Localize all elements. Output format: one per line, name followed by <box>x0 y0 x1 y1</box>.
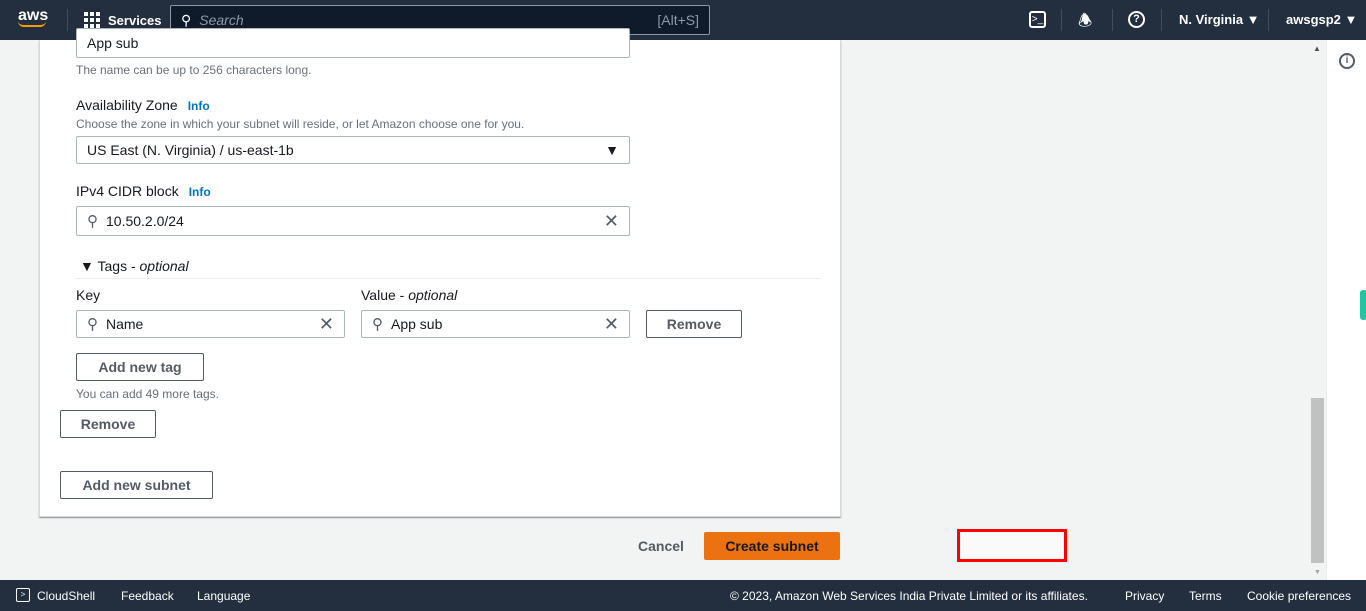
remove-subnet-button[interactable]: Remove <box>60 410 156 438</box>
help-icon[interactable]: ? <box>1128 11 1145 28</box>
language-link[interactable]: Language <box>197 589 250 603</box>
logo-text: aws <box>18 7 49 24</box>
grid-icon <box>84 12 100 28</box>
copyright: © 2023, Amazon Web Services India Privat… <box>730 589 1088 603</box>
az-value: US East (N. Virginia) / us-east-1b <box>87 142 294 158</box>
search-icon: ⚲ <box>87 316 98 333</box>
cancel-button[interactable]: Cancel <box>638 538 684 554</box>
scrollbar-thumb[interactable] <box>1311 398 1324 563</box>
cloudshell-icon[interactable]: > <box>16 588 30 602</box>
add-subnet-button[interactable]: Add new subnet <box>60 471 213 499</box>
cidr-label-text: IPv4 CIDR block <box>76 183 179 199</box>
subnet-name-value: App sub <box>87 35 139 51</box>
search-icon: ⚲ <box>181 11 192 28</box>
tags-toggle[interactable]: ▼ Tags - optional <box>80 258 189 274</box>
value-label: Value - optional <box>361 287 457 303</box>
tags-hint: You can add 49 more tags. <box>76 387 219 401</box>
divider <box>76 278 820 279</box>
search-icon: ⚲ <box>372 316 383 333</box>
az-select[interactable]: US East (N. Virginia) / us-east-1b ▼ <box>76 136 630 164</box>
region-selector[interactable]: N. Virginia ▼ <box>1179 12 1260 27</box>
terms-link[interactable]: Terms <box>1189 589 1222 603</box>
subnet-settings-panel: App sub The name can be up to 256 charac… <box>39 28 841 517</box>
cloudshell-icon[interactable]: >_ <box>1029 11 1046 28</box>
services-menu[interactable]: Services <box>84 12 162 28</box>
cidr-label: IPv4 CIDR block Info <box>76 183 211 199</box>
search-placeholder: Search <box>199 12 244 28</box>
feedback-tab[interactable] <box>1360 290 1366 320</box>
account-label: awsgsp2 <box>1286 12 1341 27</box>
search-icon: ⚲ <box>87 213 98 230</box>
aws-logo[interactable]: aws <box>18 7 48 27</box>
clear-icon[interactable]: ✕ <box>604 211 619 232</box>
bell-icon[interactable]: 🕭 <box>1078 10 1092 37</box>
tag-value-value: App sub <box>391 316 443 332</box>
help-panel: i <box>1326 40 1366 580</box>
remove-tag-button[interactable]: Remove <box>646 310 742 338</box>
cookie-preferences-link[interactable]: Cookie preferences <box>1247 589 1351 603</box>
cidr-info-link[interactable]: Info <box>189 185 211 199</box>
footer: > CloudShell Feedback Language © 2023, A… <box>0 580 1366 611</box>
az-label: Availability Zone Info <box>76 97 210 113</box>
account-menu[interactable]: awsgsp2 ▼ <box>1286 12 1357 27</box>
cloudshell-link[interactable]: CloudShell <box>37 589 95 603</box>
clear-icon[interactable]: ✕ <box>604 314 619 335</box>
key-label: Key <box>76 287 101 303</box>
value-optional: optional <box>408 287 458 303</box>
highlight-box <box>957 529 1067 562</box>
caret-down-icon: ▼ <box>605 142 619 158</box>
search-shortcut: [Alt+S] <box>657 12 699 28</box>
subnet-name-hint: The name can be up to 256 characters lon… <box>76 63 312 77</box>
cidr-input[interactable]: ⚲ 10.50.2.0/24 ✕ <box>76 206 630 236</box>
create-subnet-button[interactable]: Create subnet <box>704 532 840 560</box>
info-icon[interactable]: i <box>1339 53 1355 69</box>
az-description: Choose the zone in which your subnet wil… <box>76 117 525 131</box>
az-label-text: Availability Zone <box>76 97 178 113</box>
tag-value-input[interactable]: ⚲ App sub ✕ <box>361 310 630 338</box>
services-label: Services <box>108 12 162 28</box>
subnet-name-input[interactable]: App sub <box>76 28 630 58</box>
add-tag-button[interactable]: Add new tag <box>76 353 204 381</box>
feedback-link[interactable]: Feedback <box>121 589 174 603</box>
tag-key-value: Name <box>106 316 144 332</box>
cidr-value: 10.50.2.0/24 <box>106 213 184 229</box>
tags-optional: optional <box>139 258 189 274</box>
privacy-link[interactable]: Privacy <box>1125 589 1164 603</box>
az-info-link[interactable]: Info <box>188 99 210 113</box>
region-label: N. Virginia <box>1179 12 1244 27</box>
clear-icon[interactable]: ✕ <box>319 314 334 335</box>
tag-key-input[interactable]: ⚲ Name ✕ <box>76 310 345 338</box>
value-label-text: Value - <box>361 287 409 303</box>
tags-label: Tags - <box>97 258 140 274</box>
